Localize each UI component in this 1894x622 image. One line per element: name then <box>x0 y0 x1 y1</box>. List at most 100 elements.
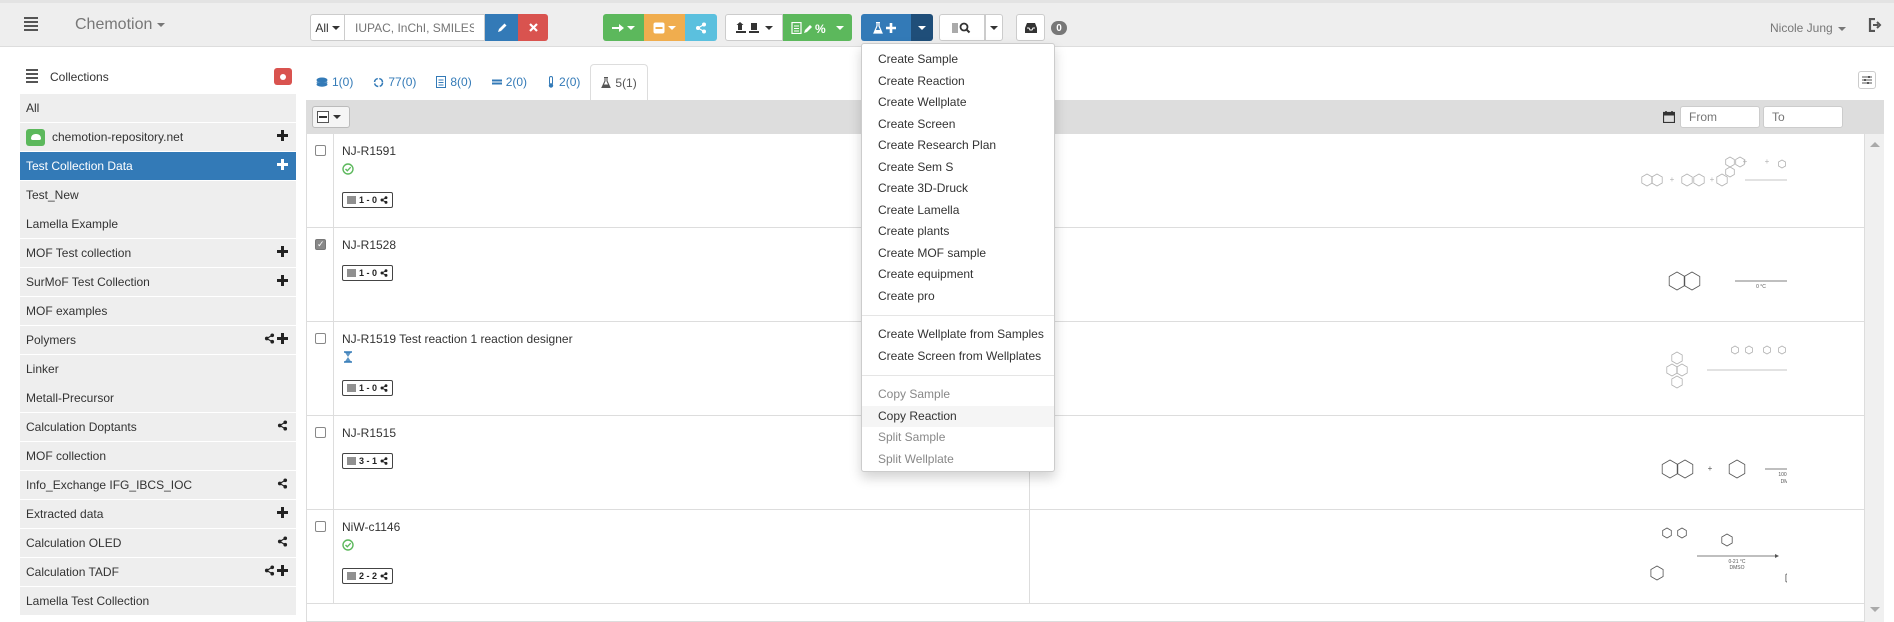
search-input[interactable] <box>345 14 485 41</box>
sidebar-item-collection[interactable]: Test_New <box>20 181 296 210</box>
row-checkbox[interactable] <box>315 521 326 532</box>
reaction-name[interactable]: NJ-R1528 <box>342 238 396 252</box>
menu-item-create-wellplate[interactable]: Create Wellplate <box>862 92 1054 114</box>
collection-tag-badge[interactable]: 2 - 2 <box>342 568 394 584</box>
menu-item-create-screen[interactable]: Create Screen <box>862 114 1054 136</box>
collection-tag-badge[interactable]: 3 - 1 <box>342 453 394 469</box>
add-icon[interactable] <box>277 507 288 518</box>
menu-item-create-wellplate-from-samples[interactable]: Create Wellplate from Samples <box>862 324 1054 346</box>
list-scrollbar[interactable] <box>1864 134 1884 622</box>
collection-tag-badge[interactable]: 1 - 0 <box>342 265 394 281</box>
scroll-down-arrow[interactable] <box>1870 607 1880 612</box>
menu-item-create-sem-s[interactable]: Create Sem S <box>862 157 1054 179</box>
sidebar-item-collection[interactable]: Info_Exchange IFG_IBCS_IOC <box>20 471 296 500</box>
menu-item-create-screen-from-wellplates[interactable]: Create Screen from Wellplates <box>862 346 1054 368</box>
reaction-row[interactable]: NiW-c1146 2 - 2 0-21 °CDMSO34%+27% <box>307 510 1894 604</box>
share-icon[interactable] <box>264 333 275 344</box>
add-icon[interactable] <box>277 565 288 576</box>
inbox-button[interactable] <box>1016 14 1045 41</box>
menu-item-create-mof-sample[interactable]: Create MOF sample <box>862 243 1054 265</box>
add-icon[interactable] <box>277 246 288 257</box>
sidebar-item-collection[interactable]: MOF collection <box>20 442 296 471</box>
user-menu[interactable]: Nicole Jung <box>1770 21 1846 35</box>
sidebar-item-collection[interactable]: Calculation Doptants <box>20 413 296 442</box>
search-scope-select[interactable]: All <box>310 14 345 41</box>
tab-flask[interactable]: 5(1) <box>590 64 648 100</box>
reaction-scheme-image[interactable]: +100 °CDMF25% <box>1327 424 1856 507</box>
sidebar-item-collection[interactable]: Calculation TADF <box>20 558 296 587</box>
menu-item-split-sample[interactable]: Split Sample <box>862 427 1054 449</box>
structure-editor-button[interactable] <box>485 14 518 41</box>
add-icon[interactable] <box>277 159 288 170</box>
reaction-scheme-image[interactable]: 0-21 °CDMSO34%+27% <box>1327 518 1894 601</box>
list-settings-button[interactable] <box>1858 71 1876 89</box>
collection-tag-badge[interactable]: 1 - 0 <box>342 380 394 396</box>
sidebar-item-collection[interactable]: All <box>20 94 296 123</box>
tab-wellplate[interactable]: 2(0) <box>482 64 537 100</box>
add-icon[interactable] <box>277 275 288 286</box>
sidebar-item-collection[interactable]: Linker <box>20 355 296 384</box>
add-icon[interactable] <box>277 333 288 344</box>
row-checkbox[interactable] <box>315 239 326 250</box>
sidebar-item-collection[interactable]: MOF examples <box>20 297 296 326</box>
move-to-collection-button[interactable] <box>603 14 644 41</box>
add-icon[interactable] <box>277 130 288 141</box>
sidebar-item-collection[interactable]: Polymers <box>20 326 296 355</box>
menu-item-create-pro[interactable]: Create pro <box>862 286 1054 308</box>
menu-item-create-reaction[interactable]: Create Reaction <box>862 71 1054 93</box>
tab-sample[interactable]: 1(0) <box>306 64 363 100</box>
select-all-checkbox[interactable] <box>317 111 329 123</box>
reaction-row[interactable]: NJ-R1519 Test reaction 1 reaction design… <box>307 322 1873 416</box>
menu-item-create-research-plan[interactable]: Create Research Plan <box>862 135 1054 157</box>
sidebar-item-collection[interactable]: Extracted data <box>20 500 296 529</box>
collection-tag-badge[interactable]: 1 - 0 <box>342 192 394 208</box>
share-icon[interactable] <box>277 478 288 489</box>
sidebar-item-collection[interactable]: Lamella Test Collection <box>20 587 296 616</box>
sidebar-item-collection[interactable]: Calculation OLED <box>20 529 296 558</box>
share-icon[interactable] <box>277 420 288 431</box>
scroll-up-arrow[interactable] <box>1870 142 1880 147</box>
share-button[interactable] <box>685 14 717 41</box>
tab-thermometer[interactable]: 2(0) <box>537 64 590 100</box>
reaction-row[interactable]: NJ-R1591 1 - 0 + + + + <box>307 134 1894 228</box>
logout-button[interactable] <box>1868 17 1882 33</box>
remove-button[interactable] <box>644 14 685 41</box>
menu-item-split-wellplate[interactable]: Split Wellplate <box>862 449 1054 471</box>
date-to-input[interactable] <box>1763 106 1843 128</box>
create-dropdown-toggle[interactable] <box>911 14 933 41</box>
reaction-scheme-image[interactable]: + + + + <box>1327 142 1894 225</box>
reaction-name[interactable]: NJ-R1591 <box>342 144 396 158</box>
reaction-name[interactable]: NiW-c1146 <box>342 520 400 534</box>
sidebar-item-collection[interactable]: Test Collection Data <box>20 152 296 181</box>
sidebar-item-collection[interactable]: SurMoF Test Collection <box>20 268 296 297</box>
menu-item-copy-reaction[interactable]: Copy Reaction <box>862 405 1054 427</box>
tab-document[interactable]: 8(0) <box>426 64 481 100</box>
sidebar-item-collection[interactable]: chemotion-repository.net <box>20 123 296 152</box>
import-export-button[interactable] <box>725 14 783 41</box>
barcode-scan-button[interactable] <box>939 14 985 41</box>
report-button[interactable]: % <box>783 14 852 41</box>
sidebar-item-collection[interactable]: MOF Test collection <box>20 239 296 268</box>
reaction-name[interactable]: NJ-R1515 <box>342 426 396 440</box>
collection-settings-button[interactable] <box>274 68 292 85</box>
menu-item-create-sample[interactable]: Create Sample <box>862 49 1054 71</box>
share-icon[interactable] <box>264 565 275 576</box>
menu-item-create-3d-druck[interactable]: Create 3D-Druck <box>862 178 1054 200</box>
barcode-dropdown-toggle[interactable] <box>985 14 1003 41</box>
create-button[interactable] <box>861 14 911 41</box>
share-icon[interactable] <box>277 536 288 547</box>
menu-item-copy-sample[interactable]: Copy Sample <box>862 384 1054 406</box>
row-checkbox[interactable] <box>315 427 326 438</box>
row-checkbox[interactable] <box>315 145 326 156</box>
sidebar-item-collection[interactable]: Lamella Example <box>20 210 296 239</box>
sidebar-toggle-icon[interactable] <box>24 17 38 31</box>
reaction-scheme-image[interactable] <box>1327 330 1873 413</box>
brand-dropdown[interactable]: Chemotion <box>75 16 166 34</box>
reaction-name[interactable]: NJ-R1519 Test reaction 1 reaction design… <box>342 332 573 346</box>
sidebar-item-collection[interactable]: Metall-Precursor <box>20 384 296 413</box>
clear-search-button[interactable] <box>518 14 548 41</box>
menu-item-create-lamella[interactable]: Create Lamella <box>862 200 1054 222</box>
row-checkbox[interactable] <box>315 333 326 344</box>
tab-reaction[interactable]: 77(0) <box>363 64 426 100</box>
reaction-row[interactable]: NJ-R1528 1 - 0 0 °C0% <box>307 228 1864 322</box>
